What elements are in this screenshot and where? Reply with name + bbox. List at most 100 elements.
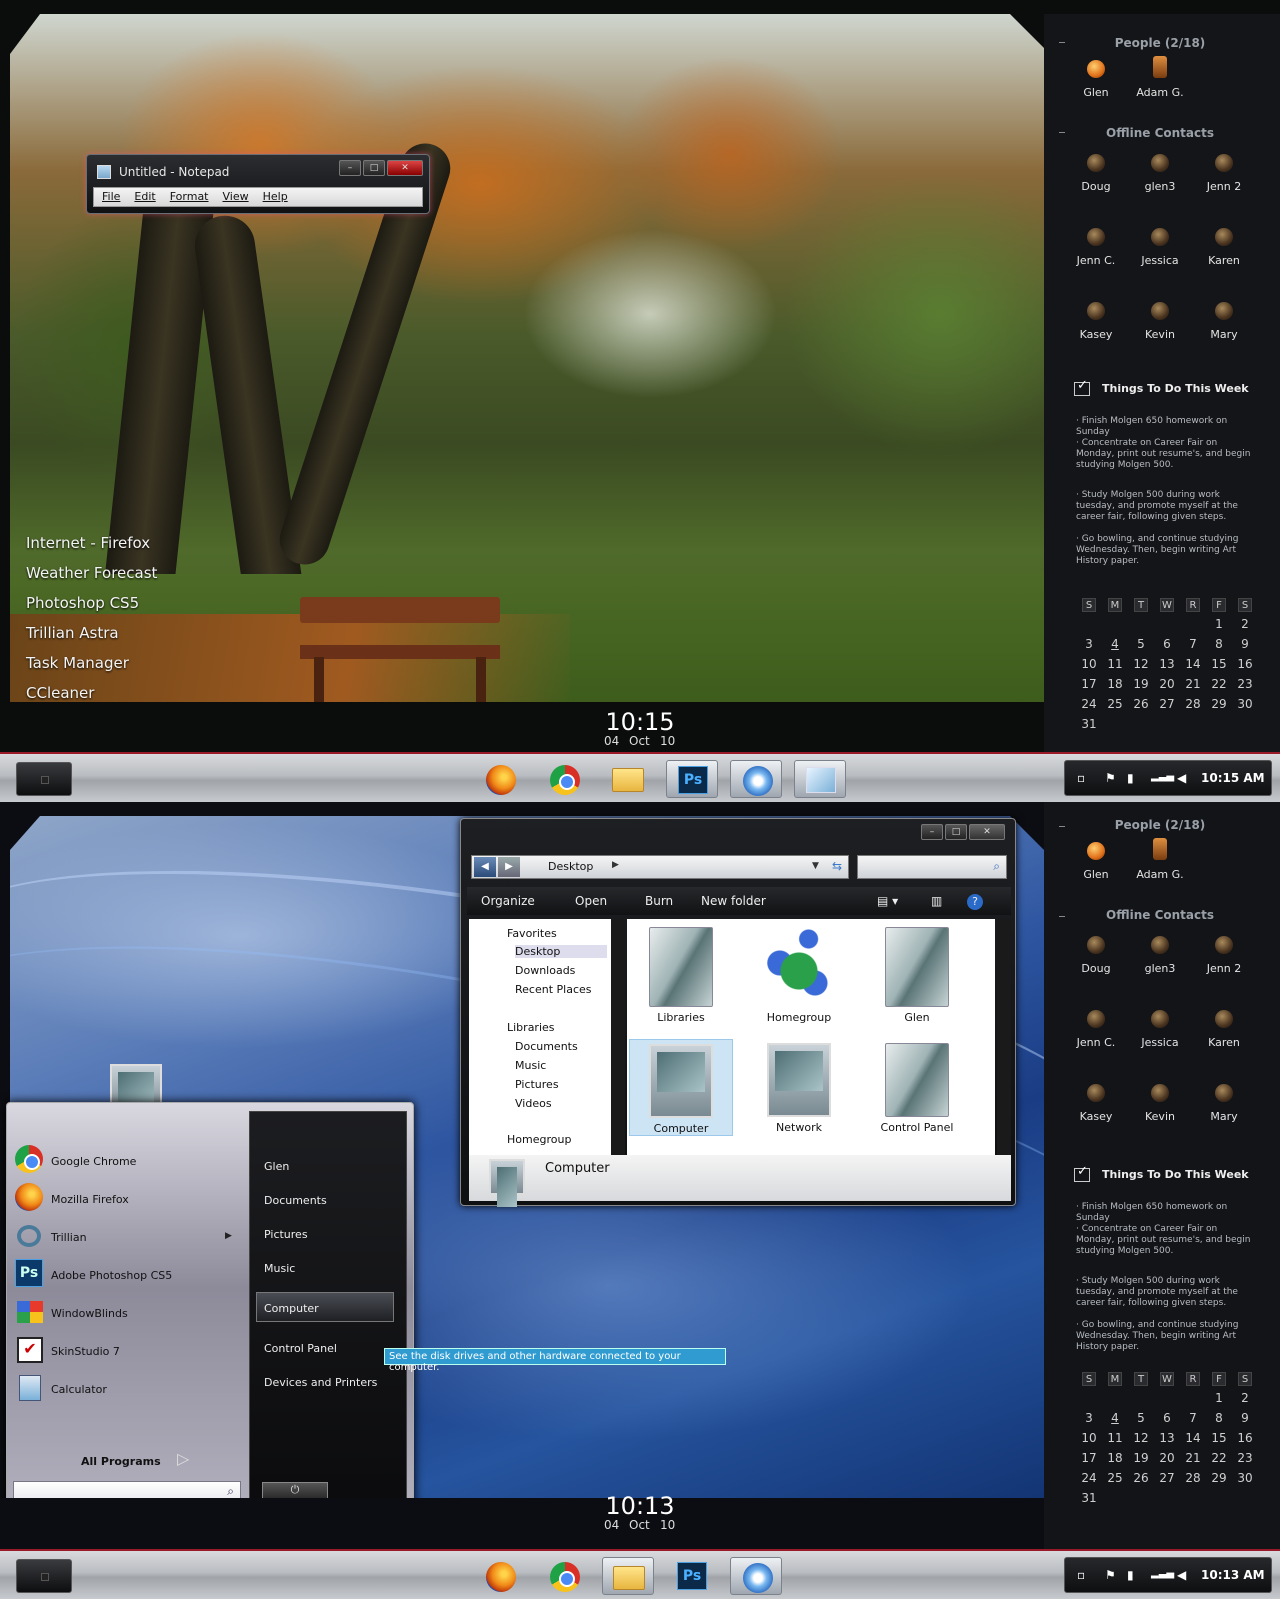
calendar-day[interactable]: 20 — [1154, 1448, 1180, 1468]
calendar-day[interactable]: 15 — [1206, 654, 1232, 674]
calendar-day[interactable]: 17 — [1076, 674, 1102, 694]
firefox-taskbar-icon[interactable] — [474, 760, 526, 798]
calendar-day[interactable]: 19 — [1128, 1448, 1154, 1468]
contact-jenn2[interactable]: Jenn 2 — [1194, 154, 1254, 193]
calendar-day[interactable]: 27 — [1154, 1468, 1180, 1488]
item-network[interactable]: Network — [747, 1043, 851, 1134]
calendar-day[interactable]: 17 — [1076, 1448, 1102, 1468]
flag-icon[interactable]: ⚑ — [1105, 1568, 1116, 1582]
nav-desktop[interactable]: Desktop — [515, 945, 607, 958]
calendar-day[interactable]: 14 — [1180, 654, 1206, 674]
calendar-day[interactable]: 6 — [1154, 634, 1180, 654]
calendar-day[interactable]: 9 — [1232, 634, 1258, 654]
volume-icon[interactable]: ◀ — [1177, 1568, 1186, 1582]
calendar-day[interactable]: 4 — [1102, 1408, 1128, 1428]
calendar-day[interactable]: 13 — [1154, 1428, 1180, 1448]
firefox-taskbar-icon[interactable] — [474, 1557, 526, 1595]
calendar-day[interactable]: 28 — [1180, 1468, 1206, 1488]
place-music[interactable]: Music — [264, 1262, 295, 1275]
notepad-taskbar-icon[interactable] — [794, 760, 846, 798]
calendar-day[interactable]: 2 — [1232, 1388, 1258, 1408]
item-computer[interactable]: Computer — [629, 1039, 733, 1136]
nav-videos[interactable]: Videos — [515, 1097, 552, 1110]
calendar-day[interactable]: 31 — [1076, 714, 1102, 734]
content-scrollbar[interactable] — [997, 919, 1011, 1155]
place-pictures[interactable]: Pictures — [264, 1228, 308, 1241]
calendar-day[interactable]: 28 — [1180, 694, 1206, 714]
program-windowblinds[interactable]: WindowBlinds — [51, 1307, 128, 1320]
contact-glen3[interactable]: glen3 — [1130, 154, 1190, 193]
chrome-taskbar-icon[interactable] — [538, 1557, 590, 1595]
refresh-icon[interactable]: ⇆ — [832, 859, 842, 873]
calendar-day[interactable]: 23 — [1232, 1448, 1258, 1468]
power-icon[interactable]: ▮ — [1127, 1568, 1134, 1582]
nav-music[interactable]: Music — [515, 1059, 546, 1072]
calendar-day[interactable]: 25 — [1102, 1468, 1128, 1488]
contact-jessica[interactable]: Jessica — [1130, 228, 1190, 267]
calendar-day[interactable]: 22 — [1206, 674, 1232, 694]
calendar-day[interactable]: 8 — [1206, 634, 1232, 654]
contact-doug[interactable]: Doug — [1066, 154, 1126, 193]
contact-kasey[interactable]: Kasey — [1066, 302, 1126, 341]
chrome-taskbar-icon[interactable] — [538, 760, 590, 798]
nav-recent-places[interactable]: Recent Places — [515, 983, 592, 996]
calendar-day[interactable]: 11 — [1102, 1428, 1128, 1448]
desktop-link-task-manager[interactable]: Task Manager — [26, 654, 129, 672]
contact-doug[interactable]: Doug — [1066, 936, 1126, 975]
program-photoshop[interactable]: Adobe Photoshop CS5 — [51, 1269, 172, 1282]
calendar-day[interactable]: 20 — [1154, 674, 1180, 694]
calendar-day[interactable]: 14 — [1180, 1428, 1206, 1448]
contact-glen[interactable]: Glen — [1066, 842, 1126, 881]
calendar-day[interactable]: 12 — [1128, 654, 1154, 674]
help-icon[interactable]: ? — [967, 894, 983, 910]
place-glen[interactable]: Glen — [264, 1160, 289, 1173]
minimize-button[interactable]: – — [921, 824, 943, 840]
contact-jenn2[interactable]: Jenn 2 — [1194, 936, 1254, 975]
volume-icon[interactable]: ◀ — [1177, 771, 1186, 785]
contact-adam[interactable]: Adam G. — [1130, 838, 1190, 881]
place-control-panel[interactable]: Control Panel — [264, 1342, 337, 1355]
calendar-day[interactable]: 9 — [1232, 1408, 1258, 1428]
open-button[interactable]: Open — [575, 894, 607, 908]
tray-clock[interactable]: 10:13 AM — [1201, 1568, 1265, 1582]
calendar-day[interactable]: 19 — [1128, 674, 1154, 694]
nav-pictures[interactable]: Pictures — [515, 1078, 559, 1091]
calendar-day[interactable]: 25 — [1102, 694, 1128, 714]
desktop-link-trillian[interactable]: Trillian Astra — [26, 624, 119, 642]
photoshop-taskbar-icon[interactable]: Ps — [666, 1557, 718, 1595]
nav-scrollbar[interactable] — [611, 919, 625, 1155]
nav-documents[interactable]: Documents — [515, 1040, 578, 1053]
nav-downloads[interactable]: Downloads — [515, 964, 575, 977]
calendar-day[interactable]: 3 — [1076, 1408, 1102, 1428]
itunes-taskbar-icon[interactable] — [730, 1557, 782, 1595]
nav-libraries[interactable]: Libraries — [507, 1021, 555, 1034]
desktop-link-firefox[interactable]: Internet - Firefox — [26, 534, 150, 552]
calendar-day[interactable]: 29 — [1206, 694, 1232, 714]
calendar-day[interactable]: 1 — [1206, 614, 1232, 634]
flag-icon[interactable]: ⚑ — [1105, 771, 1116, 785]
contact-kasey[interactable]: Kasey — [1066, 1084, 1126, 1123]
calendar-day[interactable]: 3 — [1076, 634, 1102, 654]
all-programs-arrow-icon[interactable]: ▷ — [177, 1449, 189, 1468]
place-devices-printers[interactable]: Devices and Printers — [264, 1376, 377, 1389]
signal-icon[interactable]: ▂▃▄ — [1151, 771, 1174, 782]
maximize-button[interactable]: □ — [363, 160, 385, 176]
explorer-taskbar-icon[interactable] — [602, 1557, 654, 1595]
item-control-panel[interactable]: Control Panel — [865, 1043, 969, 1134]
calendar-day[interactable]: 26 — [1128, 694, 1154, 714]
calendar-day[interactable]: 8 — [1206, 1408, 1232, 1428]
start-button[interactable] — [16, 762, 72, 796]
show-desktop-icon[interactable]: ▫ — [1077, 771, 1085, 785]
item-glen[interactable]: Glen — [865, 927, 969, 1024]
menu-help[interactable]: Help — [263, 190, 288, 203]
contact-jessica[interactable]: Jessica — [1130, 1010, 1190, 1049]
search-input[interactable]: ⌕ — [857, 855, 1007, 879]
organize-button[interactable]: Organize — [481, 894, 535, 908]
explorer-window[interactable]: – □ ✕ ◀ ▶ Desktop ▶ ▼ ⇆ ⌕ Organize Open … — [460, 818, 1016, 1206]
close-button[interactable]: ✕ — [969, 824, 1005, 840]
desktop-link-weather[interactable]: Weather Forecast — [26, 564, 157, 582]
close-button[interactable]: ✕ — [387, 160, 423, 176]
menu-file[interactable]: File — [102, 190, 120, 203]
breadcrumb-arrow-icon[interactable]: ▶ — [612, 860, 619, 870]
calendar-day[interactable]: 22 — [1206, 1448, 1232, 1468]
